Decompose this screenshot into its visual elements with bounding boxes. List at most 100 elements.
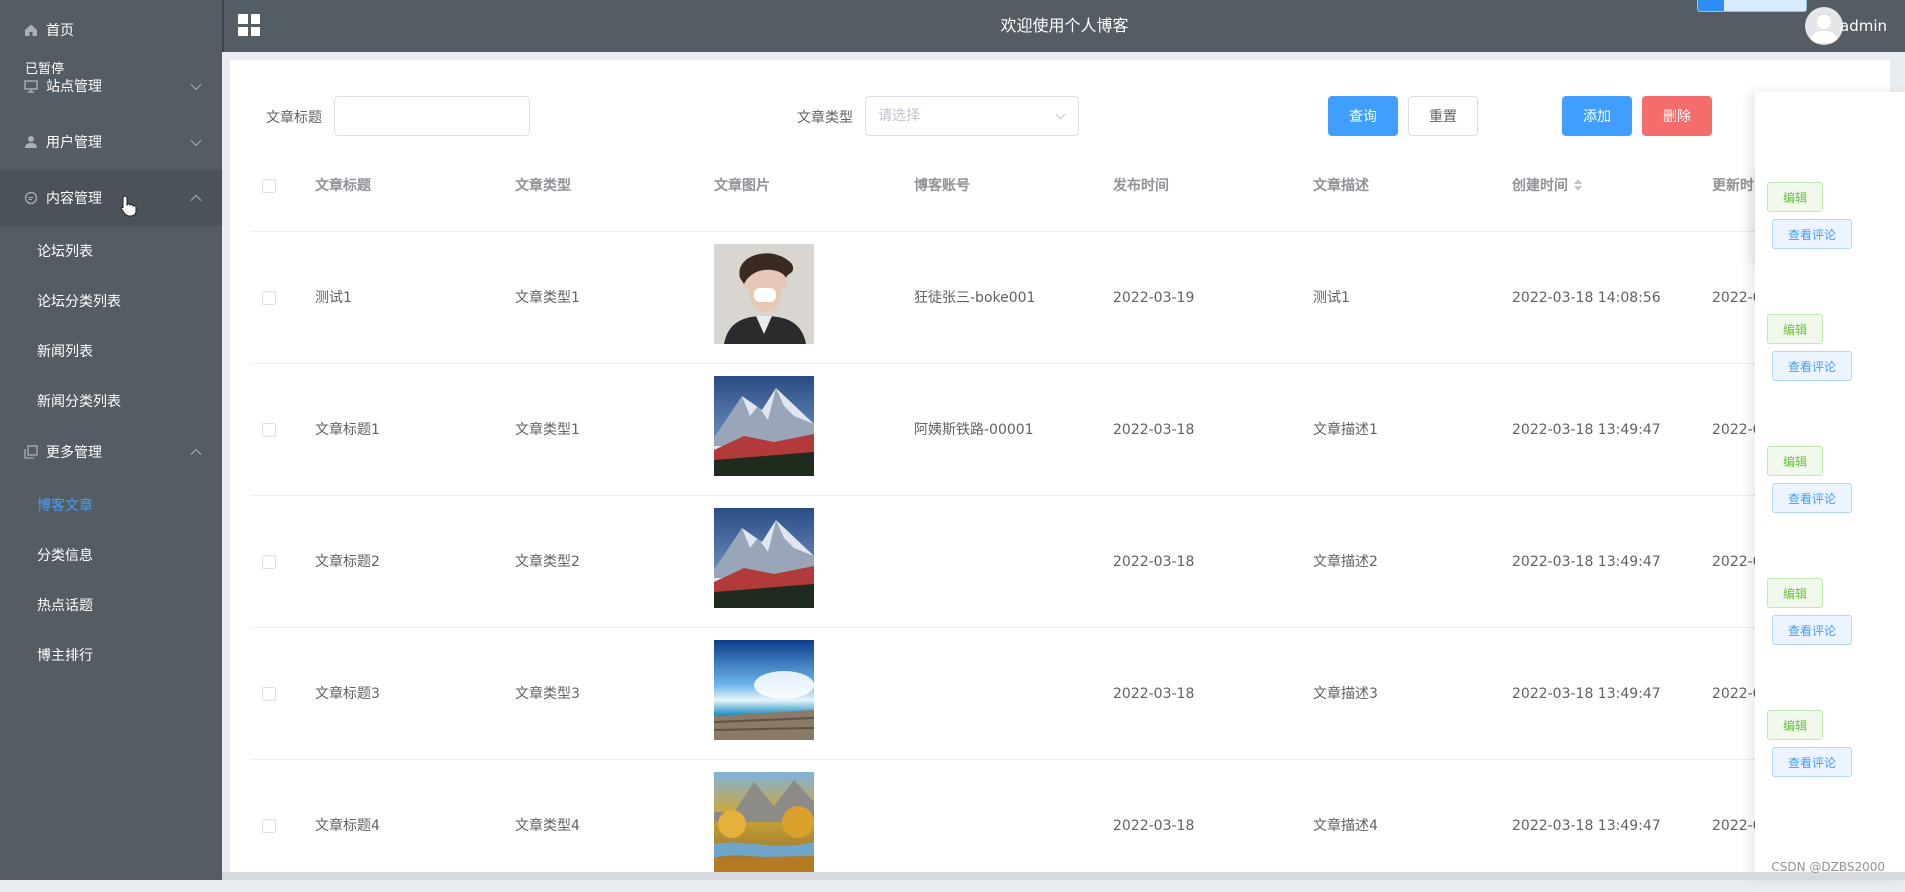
article-image — [714, 772, 814, 872]
sidebar-sub-label: 热点话题 — [37, 595, 93, 615]
add-button[interactable]: 添加 — [1562, 96, 1632, 136]
sidebar-sub-category-info[interactable]: 分类信息 — [0, 530, 222, 580]
title-input[interactable] — [334, 96, 530, 136]
reset-button[interactable]: 重置 — [1408, 96, 1478, 136]
table-row: 文章标题3文章类型32022-03-18文章描述32022-03-18 13:4… — [250, 628, 1875, 760]
select-all-checkbox[interactable] — [262, 179, 276, 193]
sidebar-item-users[interactable]: 用户管理 — [0, 114, 222, 170]
cell-type: 文章类型1 — [515, 364, 705, 496]
sidebar-sub-forum-list[interactable]: 论坛列表 — [0, 226, 222, 276]
sidebar-sub-label: 新闻分类列表 — [37, 391, 121, 411]
sidebar-sub-label: 分类信息 — [37, 545, 93, 565]
bottom-strip — [222, 872, 1905, 880]
username[interactable]: admin — [1840, 17, 1887, 35]
chevron-down-icon — [190, 135, 201, 146]
row-checkbox[interactable] — [262, 555, 276, 569]
edit-button[interactable]: 编辑 — [1767, 446, 1823, 476]
overlay-badge — [1697, 0, 1807, 12]
grid-square — [251, 27, 261, 37]
edit-button[interactable]: 编辑 — [1767, 314, 1823, 344]
view-comments-button[interactable]: 查看评论 — [1772, 747, 1852, 777]
chevron-down-icon — [190, 79, 201, 90]
table-row: 测试1文章类型1狂徒张三-boke0012022-03-19测试12022-03… — [250, 232, 1875, 364]
view-comments-button[interactable]: 查看评论 — [1772, 351, 1852, 381]
menu-toggle-icon[interactable] — [238, 14, 260, 36]
top-header: 欢迎使用个人博客 admin — [222, 0, 1905, 52]
sidebar: 首页 已暂停 站点管理 用户管理 内容管理 论坛列表 论坛分类列表 新闻列表 新… — [0, 0, 222, 880]
type-select[interactable]: 请选择 — [865, 96, 1079, 136]
copy-icon — [22, 443, 40, 461]
row-checkbox[interactable] — [262, 423, 276, 437]
cell-created: 2022-03-18 13:49:47 — [1512, 496, 1707, 628]
cell-type: 文章类型3 — [515, 628, 705, 760]
cell-title: 文章标题1 — [315, 364, 505, 496]
cell-desc: 文章描述2 — [1313, 496, 1503, 628]
col-account: 博客账号 — [914, 140, 970, 232]
sidebar-sub-blogger-rank[interactable]: 博主排行 — [0, 630, 222, 680]
cell-type: 文章类型1 — [515, 232, 705, 364]
cell-publish: 2022-03-18 — [1113, 364, 1303, 496]
chevron-down-icon — [1056, 110, 1066, 120]
chevron-up-icon — [190, 449, 201, 460]
sidebar-sub-forum-category[interactable]: 论坛分类列表 — [0, 276, 222, 326]
monitor-icon — [22, 77, 40, 95]
cell-title: 文章标题3 — [315, 628, 505, 760]
grid-square — [238, 27, 248, 37]
sidebar-item-more[interactable]: 更多管理 — [0, 424, 222, 480]
cell-title: 测试1 — [315, 232, 505, 364]
col-created-label: 创建时间 — [1512, 178, 1568, 194]
sort-icon[interactable] — [1574, 179, 1582, 191]
avatar[interactable] — [1805, 7, 1843, 45]
article-image — [714, 640, 814, 740]
edit-button[interactable]: 编辑 — [1767, 710, 1823, 740]
home-icon — [22, 21, 40, 39]
cell-desc: 文章描述3 — [1313, 628, 1503, 760]
cell-type: 文章类型2 — [515, 496, 705, 628]
cell-title: 文章标题2 — [315, 496, 505, 628]
sidebar-item-label: 内容管理 — [46, 188, 102, 208]
row-checkbox[interactable] — [262, 687, 276, 701]
cell-account — [914, 496, 1104, 628]
table-row: 文章标题2文章类型2 2022-03-18文章描述22022-03-18 13:4… — [250, 496, 1875, 628]
view-comments-button[interactable]: 查看评论 — [1772, 483, 1852, 513]
row-checkbox[interactable] — [262, 291, 276, 305]
grid-square — [251, 14, 261, 24]
delete-button[interactable]: 删除 — [1642, 96, 1712, 136]
watermark: CSDN @DZBS2000 — [1771, 860, 1885, 874]
view-comments-button[interactable]: 查看评论 — [1772, 219, 1852, 249]
edit-button[interactable]: 编辑 — [1767, 182, 1823, 212]
cell-desc: 文章描述1 — [1313, 364, 1503, 496]
sidebar-sub-news-category[interactable]: 新闻分类列表 — [0, 376, 222, 426]
article-image — [714, 244, 814, 344]
sidebar-item-label: 首页 — [46, 20, 74, 40]
cell-publish: 2022-03-18 — [1113, 496, 1303, 628]
mouse-cursor-icon — [120, 195, 138, 221]
article-image — [714, 508, 814, 608]
user-icon — [22, 133, 40, 151]
main-content: 文章标题 文章类型 请选择 查询 重置 添加 删除 文章标题 文章类型 文章图片… — [230, 60, 1890, 880]
chat-icon — [22, 189, 40, 207]
row-checkbox[interactable] — [262, 819, 276, 833]
view-comments-button[interactable]: 查看评论 — [1772, 615, 1852, 645]
sidebar-sub-label: 论坛列表 — [37, 241, 93, 261]
sidebar-item-site[interactable]: 站点管理 — [0, 58, 222, 114]
sidebar-item-content[interactable]: 内容管理 — [0, 170, 222, 226]
sidebar-sub-label: 博主排行 — [37, 645, 93, 665]
sidebar-item-home[interactable]: 首页 — [0, 2, 222, 58]
cell-account: 狂徒张三-boke001 — [914, 232, 1104, 364]
grid-square — [238, 14, 248, 24]
sidebar-sub-blog-articles[interactable]: 博客文章 — [0, 480, 222, 530]
sidebar-sub-news-list[interactable]: 新闻列表 — [0, 326, 222, 376]
cell-created: 2022-03-18 13:49:47 — [1512, 364, 1707, 496]
col-type: 文章类型 — [515, 140, 571, 232]
edit-button[interactable]: 编辑 — [1767, 578, 1823, 608]
article-image — [714, 376, 814, 476]
sidebar-sub-hot-topics[interactable]: 热点话题 — [0, 580, 222, 630]
cell-created: 2022-03-18 13:49:47 — [1512, 628, 1707, 760]
sidebar-sub-label: 新闻列表 — [37, 341, 93, 361]
query-button[interactable]: 查询 — [1328, 96, 1398, 136]
sidebar-item-label: 用户管理 — [46, 132, 102, 152]
col-created[interactable]: 创建时间 — [1512, 140, 1582, 232]
badge-logo-icon — [1698, 0, 1724, 12]
page-title: 欢迎使用个人博客 — [224, 0, 1905, 52]
